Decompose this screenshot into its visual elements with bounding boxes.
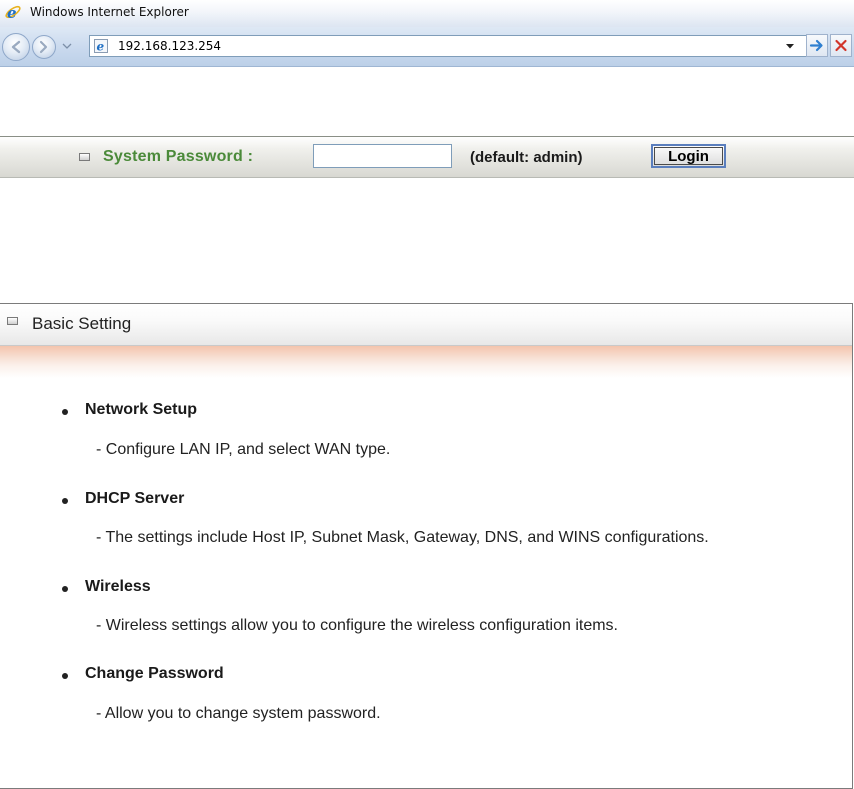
svg-text:e: e [7,4,17,21]
address-dropdown-icon[interactable] [783,40,797,52]
panel-header: Basic Setting [0,304,852,346]
item-title: Change Password [85,665,224,682]
item-title: DHCP Server [85,490,185,507]
item-description: - The settings include Host IP, Subnet M… [96,529,709,546]
ie-logo-icon: e [4,3,22,22]
navigation-bar: e 192.168.123.254 [0,27,854,67]
title-bar: e Windows Internet Explorer [0,0,854,27]
window-title: Windows Internet Explorer [30,5,189,19]
address-url: 192.168.123.254 [118,39,222,53]
panel-gradient-band [0,346,852,378]
item-description: - Wireless settings allow you to configu… [96,617,618,634]
panel-title: Basic Setting [32,314,132,333]
basic-setting-panel: Basic Setting Network Setup - Configure … [0,303,853,789]
bullet-dot-icon [62,498,68,504]
back-arrow-icon [11,40,21,54]
login-bar: System Password : (default: admin) Login [0,136,854,178]
item-description: - Configure LAN IP, and select WAN type. [96,441,391,458]
forward-arrow-icon [39,40,48,54]
bullet-dot-icon [62,409,68,415]
forward-button[interactable] [32,35,56,59]
item-title: Wireless [85,578,151,595]
item-description: - Allow you to change system password. [96,705,381,722]
recent-pages-dropdown-icon[interactable] [61,40,73,52]
go-button[interactable] [806,34,828,57]
back-button[interactable] [2,33,30,61]
login-button[interactable]: Login [651,144,726,168]
go-arrow-icon [809,39,823,52]
svg-text:e: e [97,40,105,54]
item-title: Network Setup [85,401,198,418]
system-password-label: System Password : [103,148,254,165]
system-password-input[interactable] [313,144,452,168]
square-bullet-icon [79,153,90,161]
browser-window-chrome: e Windows Internet Explorer e 192.168.12… [0,0,854,67]
square-bullet-icon [7,317,18,325]
bullet-dot-icon [62,673,68,679]
bullet-dot-icon [62,586,68,592]
default-password-hint: (default: admin) [470,149,583,166]
stop-button[interactable] [830,34,852,57]
page-icon: e [94,39,108,53]
address-bar[interactable]: e 192.168.123.254 [89,35,807,57]
close-x-icon [835,39,847,52]
